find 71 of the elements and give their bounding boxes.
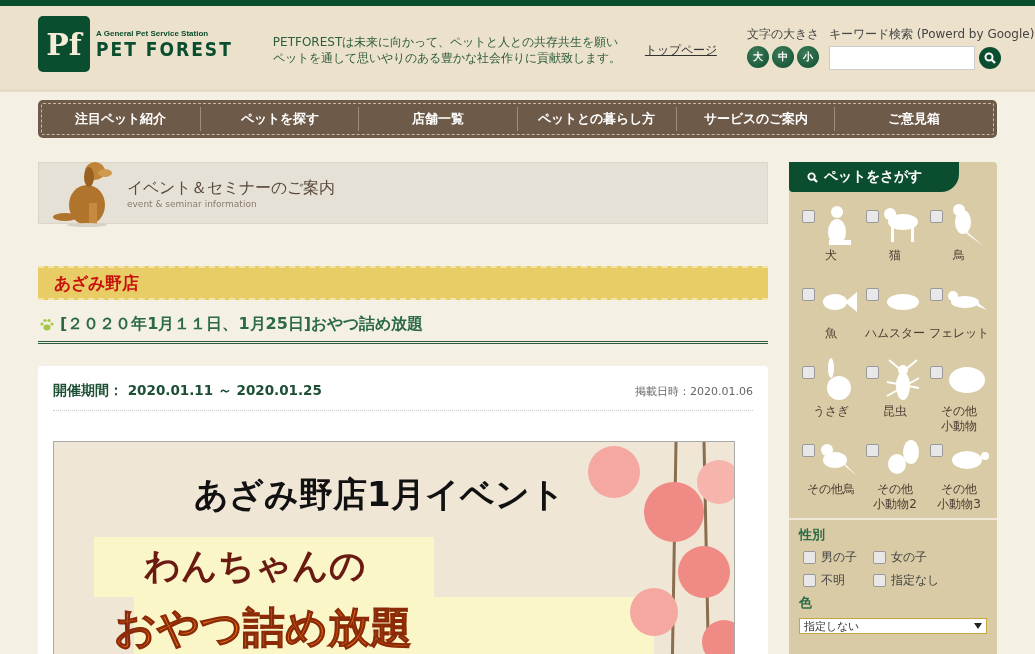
pet-checkbox[interactable] — [865, 366, 879, 379]
gender-checkbox[interactable] — [803, 551, 816, 564]
pet-checkbox[interactable] — [801, 444, 815, 457]
poster-text: わんちゃんの — [144, 544, 366, 588]
pet-label: 魚 — [825, 326, 837, 341]
top-page-link[interactable]: トップページ — [644, 42, 717, 59]
event-period: 開催期間： 2020.01.11 ～ 2020.01.25 — [53, 382, 322, 400]
search-icon — [807, 171, 818, 183]
nav-link[interactable]: 店舗一覧 — [358, 107, 517, 131]
pet-label: 猫 — [889, 248, 901, 263]
nav-link[interactable]: 注目ペット紹介 — [42, 107, 200, 131]
gender-checkbox[interactable] — [873, 551, 886, 564]
gender-label: 指定なし — [891, 573, 939, 588]
search-label: キーワード検索 (Powerd by Google) — [828, 26, 1035, 43]
pet-checkbox[interactable] — [801, 366, 815, 379]
banner-title: イベント＆セミナーのご案内 — [127, 177, 335, 199]
gender-heading: 性別 — [799, 526, 826, 544]
pet-checkbox[interactable] — [929, 444, 943, 457]
gender-label: 不明 — [821, 573, 845, 588]
search-icon — [983, 52, 996, 64]
search-button[interactable] — [978, 47, 1001, 69]
site-message: PETFORESTは未来に向かって、ペットと人との共存共生を願い — [272, 34, 620, 50]
site-message: ペットを通して思いやりのある豊かな社会作りに貢献致します。 — [272, 50, 621, 66]
gender-checkbox[interactable] — [803, 574, 816, 587]
nav-link[interactable]: ご意見箱 — [834, 107, 994, 131]
caret-icon — [974, 623, 982, 629]
posted-date: 掲載日時：2020.01.06 — [635, 383, 753, 399]
nav-link[interactable]: ペットとの暮らし方 — [517, 107, 676, 131]
pet-checkbox[interactable] — [929, 366, 943, 379]
gender-label: 男の子 — [821, 550, 857, 565]
pet-checkbox[interactable] — [929, 288, 943, 301]
poster-text: おやつ詰め放題 — [114, 602, 412, 654]
logo-tagline: A General Pet Service Station — [96, 28, 210, 38]
color-heading: 色 — [799, 594, 813, 612]
pet-label: その他鳥 — [807, 482, 855, 497]
font-size-label: 文字の大きさ — [746, 26, 819, 43]
pet-label: その他 — [941, 482, 977, 497]
banner-subtitle: event & seminar information — [127, 198, 258, 209]
paw-icon — [40, 318, 54, 331]
pet-checkbox[interactable] — [865, 288, 879, 301]
gender-checkbox[interactable] — [873, 574, 886, 587]
pet-label: 犬 — [825, 248, 837, 263]
store-name: あざみ野店 — [54, 271, 139, 295]
panel-title: ペットをさがす — [824, 168, 922, 186]
font-size-button[interactable]: 大 — [746, 46, 769, 68]
pet-label: 鳥 — [953, 248, 965, 263]
pet-label: うさぎ — [813, 404, 849, 419]
gender-label: 女の子 — [891, 550, 927, 565]
event-title: [２０２０年1月１１日、1月25日]おやつ詰め放題 — [60, 314, 424, 335]
pet-label: 小動物 — [941, 419, 977, 434]
pet-label: ハムスター — [865, 326, 925, 341]
pet-label: その他 — [941, 404, 977, 419]
pet-label: フェレット — [929, 326, 989, 341]
pet-checkbox[interactable] — [865, 444, 879, 457]
pet-checkbox[interactable] — [929, 210, 943, 223]
pet-label: 小動物3 — [937, 497, 981, 512]
pet-checkbox[interactable] — [865, 210, 879, 223]
pet-label: 小動物2 — [873, 497, 917, 512]
poster-text: あざみ野店1月イベント — [194, 473, 565, 516]
pet-label: 昆虫 — [883, 404, 907, 419]
nav-link[interactable]: ペットを探す — [199, 107, 359, 131]
logo-name[interactable]: PET FOREST — [96, 37, 233, 60]
font-size-button[interactable]: 小 — [796, 46, 819, 68]
nav-link[interactable]: サービスのご案内 — [675, 107, 835, 131]
logo-mark[interactable]: Pf — [38, 16, 90, 72]
font-size-button[interactable]: 中 — [771, 46, 794, 68]
search-field[interactable] — [828, 46, 975, 70]
pet-label: その他 — [877, 482, 913, 497]
pet-checkbox[interactable] — [801, 288, 815, 301]
pet-checkbox[interactable] — [801, 210, 815, 223]
color-select[interactable]: 指定しない — [799, 618, 987, 634]
